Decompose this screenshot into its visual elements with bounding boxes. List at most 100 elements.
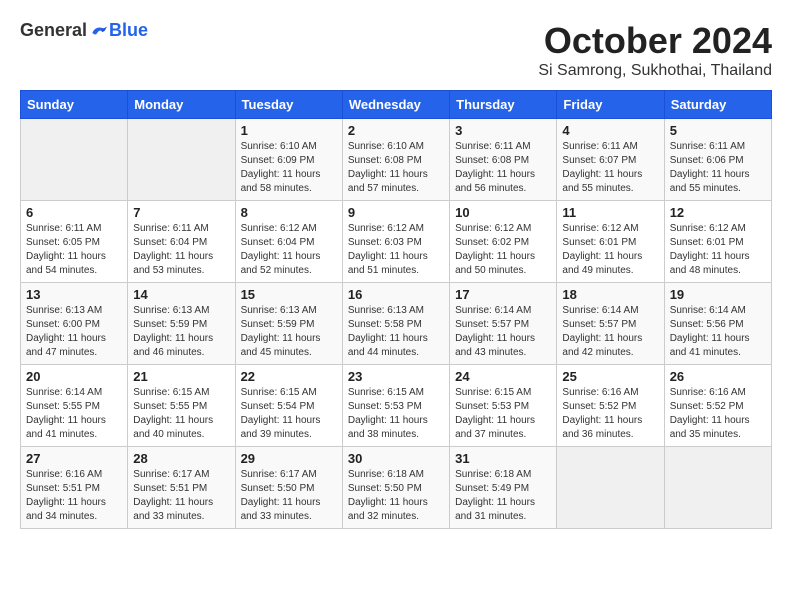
day-info: Sunrise: 6:14 AM Sunset: 5:57 PM Dayligh…: [562, 304, 658, 360]
calendar-day-cell: 9 Sunrise: 6:12 AM Sunset: 6:03 PM Daylig…: [342, 201, 449, 283]
day-of-week-header: Monday: [128, 91, 235, 119]
day-info: Sunrise: 6:15 AM Sunset: 5:53 PM Dayligh…: [348, 386, 444, 442]
calendar-day-cell: 12 Sunrise: 6:12 AM Sunset: 6:01 PM Dayli…: [664, 201, 771, 283]
calendar-day-cell: 2Sunrise: 6:10 AM Sunset: 6:08 PM Daylig…: [342, 119, 449, 201]
day-number: 31: [455, 451, 551, 466]
day-number: 8: [241, 205, 337, 220]
day-number: 23: [348, 369, 444, 384]
day-info: Sunrise: 6:15 AM Sunset: 5:55 PM Dayligh…: [133, 386, 229, 442]
month-title: October 2024: [538, 20, 772, 62]
day-number: 4: [562, 123, 658, 138]
day-of-week-header: Friday: [557, 91, 664, 119]
calendar-day-cell: 31Sunrise: 6:18 AM Sunset: 5:49 PM Dayli…: [450, 447, 557, 529]
day-number: 25: [562, 369, 658, 384]
day-of-week-header: Tuesday: [235, 91, 342, 119]
day-number: 13: [26, 287, 122, 302]
calendar-day-cell: 20Sunrise: 6:14 AM Sunset: 5:55 PM Dayli…: [21, 365, 128, 447]
day-number: 10: [455, 205, 551, 220]
day-number: 5: [670, 123, 766, 138]
calendar-week-row: 27Sunrise: 6:16 AM Sunset: 5:51 PM Dayli…: [21, 447, 772, 529]
calendar-week-row: 20Sunrise: 6:14 AM Sunset: 5:55 PM Dayli…: [21, 365, 772, 447]
day-info: Sunrise: 6:10 AM Sunset: 6:09 PM Dayligh…: [241, 140, 337, 196]
logo-general-text: General: [20, 20, 87, 41]
day-info: Sunrise: 6:12 AM Sunset: 6:01 PM Dayligh…: [670, 222, 766, 278]
day-info: Sunrise: 6:16 AM Sunset: 5:52 PM Dayligh…: [670, 386, 766, 442]
day-number: 14: [133, 287, 229, 302]
calendar-day-cell: 1 Sunrise: 6:10 AM Sunset: 6:09 PM Daylig…: [235, 119, 342, 201]
calendar-day-cell: 26Sunrise: 6:16 AM Sunset: 5:52 PM Dayli…: [664, 365, 771, 447]
day-info: Sunrise: 6:13 AM Sunset: 5:59 PM Dayligh…: [241, 304, 337, 360]
day-info: Sunrise: 6:12 AM Sunset: 6:04 PM Dayligh…: [241, 222, 337, 278]
day-number: 28: [133, 451, 229, 466]
calendar-day-cell: 18 Sunrise: 6:14 AM Sunset: 5:57 PM Dayli…: [557, 283, 664, 365]
day-number: 9: [348, 205, 444, 220]
calendar-day-cell: 22 Sunrise: 6:15 AM Sunset: 5:54 PM Dayli…: [235, 365, 342, 447]
calendar-day-cell: 28Sunrise: 6:17 AM Sunset: 5:51 PM Dayli…: [128, 447, 235, 529]
day-number: 30: [348, 451, 444, 466]
calendar-day-cell: 6 Sunrise: 6:11 AM Sunset: 6:05 PM Daylig…: [21, 201, 128, 283]
day-number: 17: [455, 287, 551, 302]
day-info: Sunrise: 6:13 AM Sunset: 6:00 PM Dayligh…: [26, 304, 122, 360]
calendar-day-cell: 23 Sunrise: 6:15 AM Sunset: 5:53 PM Dayli…: [342, 365, 449, 447]
day-info: Sunrise: 6:15 AM Sunset: 5:53 PM Dayligh…: [455, 386, 551, 442]
calendar-header-row: SundayMondayTuesdayWednesdayThursdayFrid…: [21, 91, 772, 119]
day-number: 2: [348, 123, 444, 138]
logo-bird-icon: [89, 21, 109, 41]
calendar-day-cell: 7Sunrise: 6:11 AM Sunset: 6:04 PM Daylig…: [128, 201, 235, 283]
day-info: Sunrise: 6:11 AM Sunset: 6:06 PM Dayligh…: [670, 140, 766, 196]
calendar-day-cell: 21 Sunrise: 6:15 AM Sunset: 5:55 PM Dayli…: [128, 365, 235, 447]
calendar-empty-cell: [664, 447, 771, 529]
calendar-day-cell: 5 Sunrise: 6:11 AM Sunset: 6:06 PM Daylig…: [664, 119, 771, 201]
day-of-week-header: Sunday: [21, 91, 128, 119]
day-info: Sunrise: 6:11 AM Sunset: 6:08 PM Dayligh…: [455, 140, 551, 196]
calendar-day-cell: 15 Sunrise: 6:13 AM Sunset: 5:59 PM Dayli…: [235, 283, 342, 365]
day-number: 18: [562, 287, 658, 302]
day-number: 3: [455, 123, 551, 138]
calendar-day-cell: 10 Sunrise: 6:12 AM Sunset: 6:02 PM Dayli…: [450, 201, 557, 283]
calendar-day-cell: 17Sunrise: 6:14 AM Sunset: 5:57 PM Dayli…: [450, 283, 557, 365]
day-number: 6: [26, 205, 122, 220]
day-info: Sunrise: 6:11 AM Sunset: 6:05 PM Dayligh…: [26, 222, 122, 278]
calendar-week-row: 6 Sunrise: 6:11 AM Sunset: 6:05 PM Daylig…: [21, 201, 772, 283]
title-section: October 2024 Si Samrong, Sukhothai, Thai…: [538, 20, 772, 80]
day-info: Sunrise: 6:18 AM Sunset: 5:50 PM Dayligh…: [348, 468, 444, 524]
day-info: Sunrise: 6:16 AM Sunset: 5:52 PM Dayligh…: [562, 386, 658, 442]
day-number: 21: [133, 369, 229, 384]
calendar-table: SundayMondayTuesdayWednesdayThursdayFrid…: [20, 90, 772, 529]
day-info: Sunrise: 6:16 AM Sunset: 5:51 PM Dayligh…: [26, 468, 122, 524]
day-number: 19: [670, 287, 766, 302]
logo-blue-text: Blue: [109, 20, 148, 41]
logo: General Blue: [20, 20, 148, 41]
location-title: Si Samrong, Sukhothai, Thailand: [538, 62, 772, 80]
day-info: Sunrise: 6:12 AM Sunset: 6:01 PM Dayligh…: [562, 222, 658, 278]
calendar-day-cell: 16 Sunrise: 6:13 AM Sunset: 5:58 PM Dayli…: [342, 283, 449, 365]
day-info: Sunrise: 6:11 AM Sunset: 6:07 PM Dayligh…: [562, 140, 658, 196]
calendar-empty-cell: [557, 447, 664, 529]
calendar-day-cell: 27Sunrise: 6:16 AM Sunset: 5:51 PM Dayli…: [21, 447, 128, 529]
day-info: Sunrise: 6:17 AM Sunset: 5:50 PM Dayligh…: [241, 468, 337, 524]
calendar-day-cell: 3 Sunrise: 6:11 AM Sunset: 6:08 PM Daylig…: [450, 119, 557, 201]
day-of-week-header: Thursday: [450, 91, 557, 119]
page-header: General Blue October 2024 Si Samrong, Su…: [20, 20, 772, 80]
calendar-empty-cell: [21, 119, 128, 201]
calendar-day-cell: 14Sunrise: 6:13 AM Sunset: 5:59 PM Dayli…: [128, 283, 235, 365]
day-number: 15: [241, 287, 337, 302]
calendar-day-cell: 4 Sunrise: 6:11 AM Sunset: 6:07 PM Daylig…: [557, 119, 664, 201]
day-info: Sunrise: 6:12 AM Sunset: 6:02 PM Dayligh…: [455, 222, 551, 278]
calendar-day-cell: 13 Sunrise: 6:13 AM Sunset: 6:00 PM Dayli…: [21, 283, 128, 365]
day-of-week-header: Saturday: [664, 91, 771, 119]
calendar-day-cell: 24Sunrise: 6:15 AM Sunset: 5:53 PM Dayli…: [450, 365, 557, 447]
day-number: 12: [670, 205, 766, 220]
day-info: Sunrise: 6:14 AM Sunset: 5:56 PM Dayligh…: [670, 304, 766, 360]
day-info: Sunrise: 6:12 AM Sunset: 6:03 PM Dayligh…: [348, 222, 444, 278]
day-number: 16: [348, 287, 444, 302]
day-info: Sunrise: 6:15 AM Sunset: 5:54 PM Dayligh…: [241, 386, 337, 442]
day-info: Sunrise: 6:13 AM Sunset: 5:58 PM Dayligh…: [348, 304, 444, 360]
calendar-empty-cell: [128, 119, 235, 201]
calendar-day-cell: 19 Sunrise: 6:14 AM Sunset: 5:56 PM Dayli…: [664, 283, 771, 365]
day-number: 1: [241, 123, 337, 138]
calendar-day-cell: 25 Sunrise: 6:16 AM Sunset: 5:52 PM Dayli…: [557, 365, 664, 447]
day-number: 22: [241, 369, 337, 384]
day-number: 11: [562, 205, 658, 220]
day-of-week-header: Wednesday: [342, 91, 449, 119]
